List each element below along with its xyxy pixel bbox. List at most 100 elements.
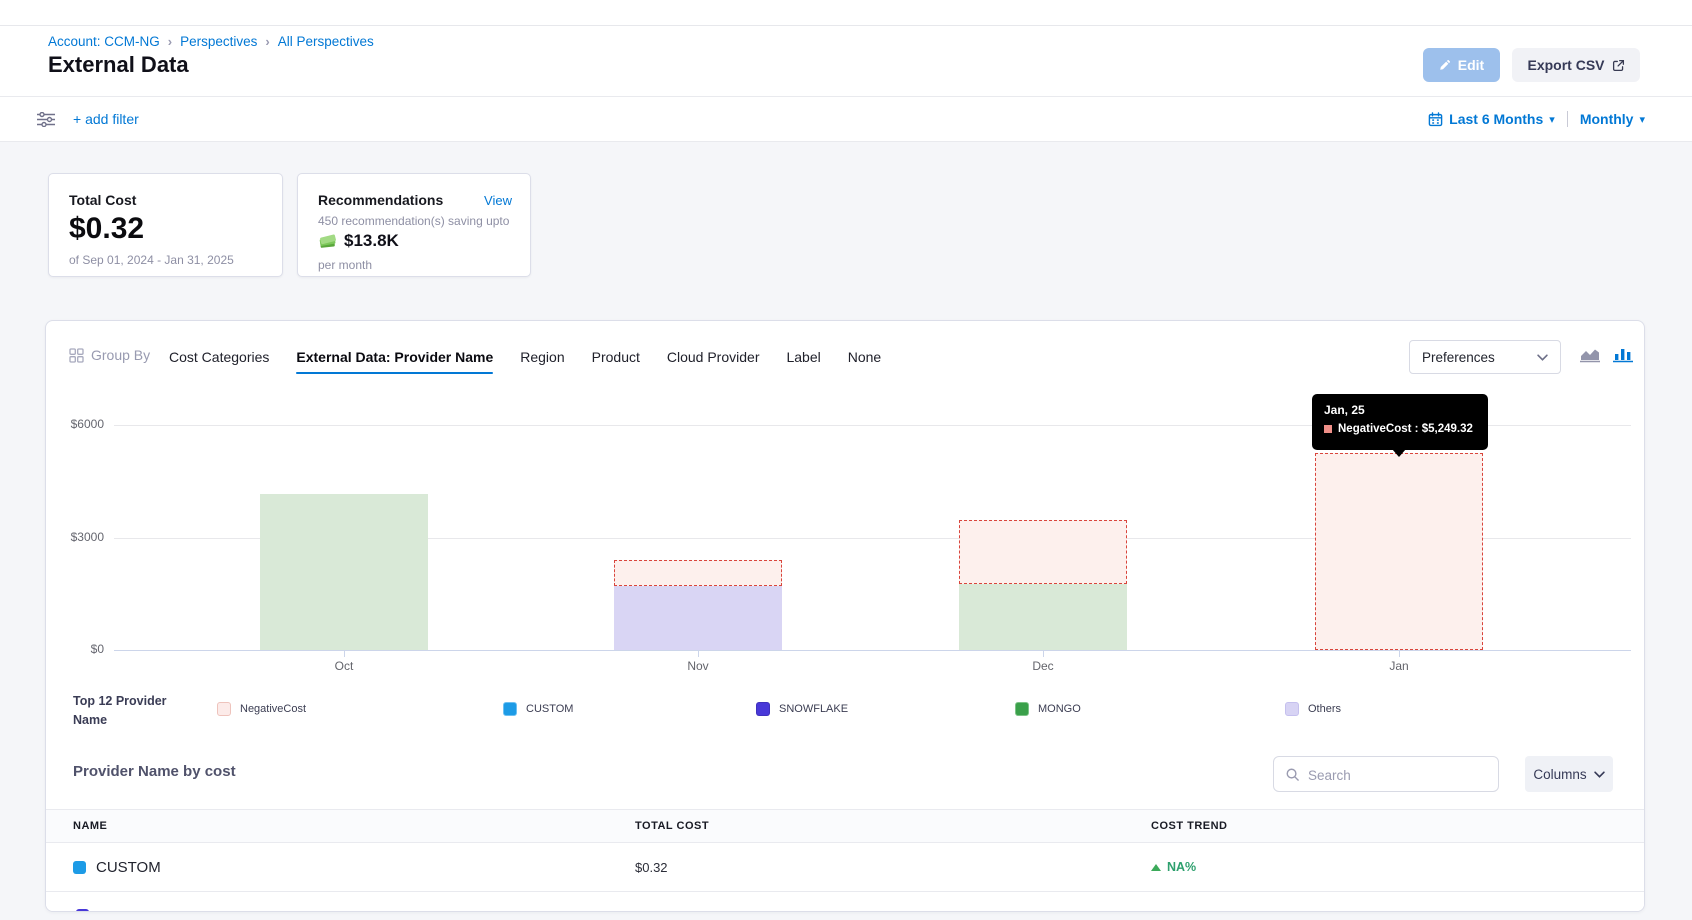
x-axis-tick bbox=[1043, 651, 1044, 657]
breadcrumb: Account: CCM-NG›Perspectives›All Perspec… bbox=[48, 34, 374, 49]
trend-up-icon bbox=[1151, 864, 1161, 871]
provider-name-cell: CUSTOM bbox=[73, 843, 161, 891]
legend-label: MONGO bbox=[1038, 703, 1081, 715]
legend-item-mongo[interactable]: MONGO bbox=[1015, 702, 1081, 716]
chart-legend: Top 12 Provider Name NegativeCost CUSTOM S… bbox=[46, 693, 1645, 735]
tooltip-series-swatch bbox=[1324, 425, 1332, 433]
perspective-panel: Group By Cost Categories External Data: P… bbox=[45, 320, 1645, 912]
table-row-custom[interactable]: CUSTOM $0.32 NA% bbox=[46, 843, 1645, 892]
tooltip-value: NegativeCost : $5,249.32 bbox=[1338, 423, 1473, 435]
x-axis-tick bbox=[1399, 651, 1400, 657]
time-controls: Last 6 Months ▾ Monthly ▾ bbox=[1428, 97, 1645, 141]
bar-chart-toggle-icon[interactable] bbox=[1612, 347, 1634, 368]
group-by-label: Group By bbox=[91, 347, 150, 363]
total-cost-cell: $0.32 bbox=[635, 843, 668, 891]
legend-swatch bbox=[1015, 702, 1029, 716]
money-icon bbox=[318, 234, 337, 249]
tab-label[interactable]: Label bbox=[786, 349, 820, 365]
view-recommendations-link[interactable]: View bbox=[484, 193, 512, 208]
external-link-icon bbox=[1612, 59, 1625, 72]
cost-trend-cell: NA% bbox=[1151, 843, 1196, 891]
x-axis-tick bbox=[344, 651, 345, 657]
search-icon bbox=[1285, 767, 1300, 782]
add-filter-button[interactable]: + add filter bbox=[73, 97, 139, 141]
chevron-down-icon bbox=[1537, 354, 1548, 361]
savings-value: $13.8K bbox=[344, 231, 399, 251]
time-range-label: Last 6 Months bbox=[1449, 111, 1543, 127]
bar-mongo-dec[interactable] bbox=[959, 584, 1127, 650]
time-range-dropdown[interactable]: Last 6 Months ▾ bbox=[1428, 111, 1555, 127]
x-axis-label: Dec bbox=[1003, 659, 1083, 673]
area-chart-toggle-icon[interactable] bbox=[1579, 347, 1601, 368]
total-cost-card: Total Cost $0.32 of Sep 01, 2024 - Jan 3… bbox=[48, 173, 283, 277]
columns-label: Columns bbox=[1533, 767, 1586, 782]
search-box bbox=[1273, 756, 1499, 792]
breadcrumb-link-perspectives[interactable]: Perspectives bbox=[180, 34, 257, 49]
recommendations-card: Recommendations View 450 recommendation(… bbox=[297, 173, 531, 277]
page-header: Account: CCM-NG›Perspectives›All Perspec… bbox=[0, 26, 1692, 96]
filter-settings-icon[interactable] bbox=[37, 112, 55, 132]
group-by-grid-icon bbox=[69, 348, 84, 368]
group-by-row: Group By Cost Categories External Data: P… bbox=[46, 339, 1645, 375]
legend-item-custom[interactable]: CUSTOM bbox=[503, 702, 573, 716]
legend-label: Others bbox=[1308, 703, 1341, 715]
columns-button[interactable]: Columns bbox=[1525, 756, 1613, 792]
tab-cost-categories[interactable]: Cost Categories bbox=[169, 349, 269, 365]
tooltip-caret-icon bbox=[1392, 449, 1406, 457]
filter-bar: + add filter Last 6 Months ▾ Monthly ▾ bbox=[0, 96, 1692, 142]
total-cost-period: of Sep 01, 2024 - Jan 31, 2025 bbox=[69, 253, 234, 267]
search-input[interactable] bbox=[1306, 757, 1495, 793]
legend-title: Top 12 Provider Name bbox=[73, 692, 185, 731]
bar-others-nov[interactable] bbox=[614, 586, 782, 650]
table-header-row: NAME TOTAL COST COST TREND bbox=[46, 809, 1645, 843]
edit-button[interactable]: Edit bbox=[1423, 48, 1500, 82]
preferences-dropdown[interactable]: Preferences bbox=[1409, 340, 1561, 374]
legend-item-negativecost[interactable]: NegativeCost bbox=[217, 702, 306, 716]
chevron-down-icon: ▾ bbox=[1549, 113, 1555, 126]
cost-chart: Jan, 25 NegativeCost : $5,249.32 $6000$3… bbox=[46, 391, 1645, 701]
x-axis-label: Jan bbox=[1359, 659, 1439, 673]
legend-label: CUSTOM bbox=[526, 703, 573, 715]
recommendations-label: Recommendations bbox=[318, 192, 443, 208]
bar-mongo-oct[interactable] bbox=[260, 494, 428, 650]
bar-negativecost-nov[interactable] bbox=[614, 560, 782, 586]
y-axis-label: $0 bbox=[46, 642, 104, 656]
column-header-name: NAME bbox=[73, 810, 107, 842]
provider-name: CUSTOM bbox=[96, 859, 161, 876]
x-axis-label: Nov bbox=[658, 659, 738, 673]
page: Account: CCM-NG›Perspectives›All Perspec… bbox=[0, 0, 1692, 920]
tab-cloud-provider[interactable]: Cloud Provider bbox=[667, 349, 760, 365]
bar-negativecost-jan[interactable] bbox=[1315, 453, 1483, 650]
legend-item-snowflake[interactable]: SNOWFLAKE bbox=[756, 702, 848, 716]
tab-product[interactable]: Product bbox=[592, 349, 640, 365]
legend-item-others[interactable]: Others bbox=[1285, 702, 1341, 716]
tooltip-row: NegativeCost : $5,249.32 bbox=[1324, 423, 1476, 435]
x-axis-tick bbox=[698, 651, 699, 657]
x-axis-label: Oct bbox=[304, 659, 384, 673]
tab-external-data-provider-name[interactable]: External Data: Provider Name bbox=[296, 349, 493, 365]
content-area: Total Cost $0.32 of Sep 01, 2024 - Jan 3… bbox=[0, 142, 1692, 920]
breadcrumb-link-account-ccm-ng[interactable]: Account: CCM-NG bbox=[48, 34, 160, 49]
legend-swatch bbox=[1285, 702, 1299, 716]
pencil-icon bbox=[1439, 59, 1451, 71]
breadcrumb-link-all-perspectives[interactable]: All Perspectives bbox=[278, 34, 374, 49]
provider-color-swatch bbox=[76, 909, 89, 912]
y-axis-label: $6000 bbox=[46, 417, 104, 431]
preferences-label: Preferences bbox=[1422, 350, 1495, 365]
bar-negativecost-dec[interactable] bbox=[959, 520, 1127, 584]
recommendations-per-month: per month bbox=[318, 258, 372, 272]
column-header-total-cost: TOTAL COST bbox=[635, 810, 709, 842]
legend-label: NegativeCost bbox=[240, 703, 306, 715]
granularity-dropdown[interactable]: Monthly ▾ bbox=[1580, 111, 1645, 127]
export-csv-button[interactable]: Export CSV bbox=[1512, 48, 1640, 82]
group-by-tabs: Cost Categories External Data: Provider N… bbox=[169, 339, 881, 375]
tab-none[interactable]: None bbox=[848, 349, 881, 365]
table-body: CUSTOM $0.32 NA% bbox=[46, 843, 1645, 912]
table-title: Provider Name by cost bbox=[73, 763, 236, 780]
chevron-down-icon: ▾ bbox=[1639, 113, 1645, 126]
total-cost-value: $0.32 bbox=[69, 212, 144, 246]
legend-swatch bbox=[217, 702, 231, 716]
gridline bbox=[114, 650, 1631, 651]
column-header-cost-trend: COST TREND bbox=[1151, 810, 1228, 842]
tab-region[interactable]: Region bbox=[520, 349, 564, 365]
